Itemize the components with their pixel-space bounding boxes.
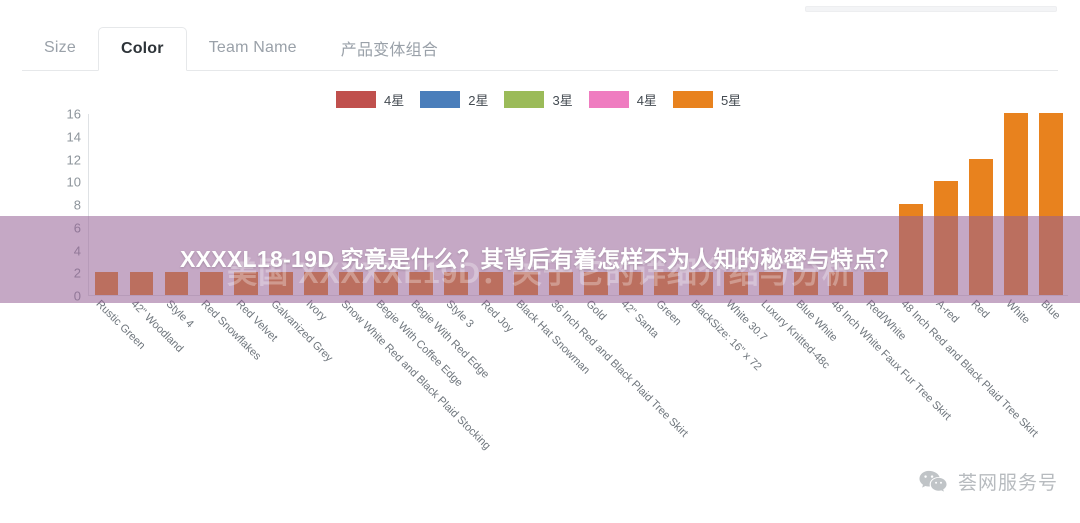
y-axis-tick: 10 <box>66 174 81 190</box>
legend-item[interactable]: 4星 <box>336 90 404 109</box>
promo-overlay-banner: 美国 XXXXXL19D：关于它的详细介绍与分析 XXXXL18-19D 究竟是… <box>0 216 1080 303</box>
legend-swatch <box>336 91 376 108</box>
legend-label: 2星 <box>468 93 489 108</box>
y-axis-tick: 12 <box>66 152 81 167</box>
tab-size[interactable]: Size <box>22 26 98 70</box>
overlay-title: XXXXL18-19D 究竟是什么？其背后有着怎样不为人知的秘密与特点？ <box>179 246 901 273</box>
screenshot-root: Size Color Team Name 产品变体组合 4星 2星 3星 4星 5星 16 14… <box>0 0 1080 523</box>
legend-swatch <box>588 91 629 108</box>
tab-color[interactable]: Color <box>97 27 187 71</box>
chart-legend: 4星 2星 3星 4星 5星 <box>336 90 757 109</box>
legend-swatch <box>672 91 713 108</box>
legend-item[interactable]: 3星 <box>504 90 573 109</box>
watermark-label: 荟网服务号 <box>957 473 1058 494</box>
legend-item[interactable]: 5星 <box>672 90 742 109</box>
y-axis-tick: 14 <box>66 129 81 145</box>
tab-team-name[interactable]: Team Name <box>187 26 319 70</box>
watermark: 荟网服务号 <box>918 468 1058 495</box>
legend-label: 4星 <box>636 93 657 108</box>
legend-label: 5星 <box>720 93 742 108</box>
legend-swatch <box>504 91 545 108</box>
x-axis-label: Red Joy <box>478 298 516 336</box>
legend-label: 4星 <box>384 93 405 108</box>
legend-item[interactable]: 4星 <box>588 90 657 109</box>
tab-产品变体组合[interactable]: 产品变体组合 <box>319 26 460 70</box>
tab-bar: Size Color Team Name 产品变体组合 <box>22 26 1058 71</box>
legend-label: 3星 <box>552 93 573 108</box>
x-axis-label: Red Snowflakes <box>198 298 263 363</box>
y-axis-tick: 8 <box>73 197 81 213</box>
top-partial-widget <box>805 6 1057 12</box>
legend-item[interactable]: 2星 <box>420 90 488 109</box>
y-axis-tick: 16 <box>66 106 81 122</box>
wechat-icon <box>919 470 947 492</box>
legend-swatch <box>420 91 461 108</box>
x-axis-label: Galvanized Grey <box>268 298 335 365</box>
